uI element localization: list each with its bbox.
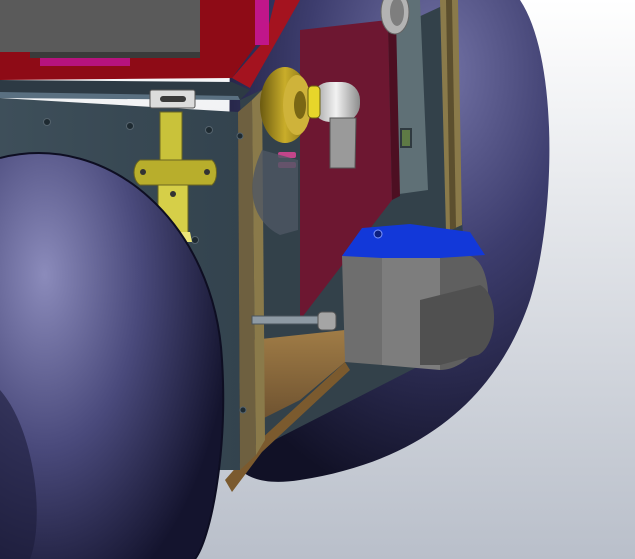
magenta-strip (40, 58, 130, 66)
green-tab (402, 130, 410, 146)
screw-icon (191, 236, 199, 244)
brass-nut-hole (294, 91, 306, 119)
bracket-body (342, 256, 382, 365)
latch-arm (159, 111, 183, 163)
screw-icon (204, 169, 210, 175)
latch-slot (160, 96, 186, 102)
bolt-icon (373, 229, 383, 239)
magenta-tab (255, 0, 269, 45)
top-gray-box (0, 0, 200, 52)
screw-icon (170, 191, 176, 197)
top-gray-box-edge (30, 52, 200, 58)
screw-icon (239, 406, 247, 414)
screw-icon (236, 132, 244, 140)
screw-icon (205, 126, 213, 134)
horizontal-rod (251, 315, 328, 325)
screw-icon (126, 122, 134, 130)
knob-lever (329, 117, 357, 169)
rod-collar (317, 311, 337, 331)
cad-model-render[interactable] (0, 0, 635, 559)
knob-yellow-ring (307, 85, 321, 119)
screw-icon (140, 169, 146, 175)
cad-viewport[interactable] (0, 0, 635, 559)
screw-icon (43, 118, 51, 126)
sensor-bracket[interactable] (342, 224, 495, 370)
